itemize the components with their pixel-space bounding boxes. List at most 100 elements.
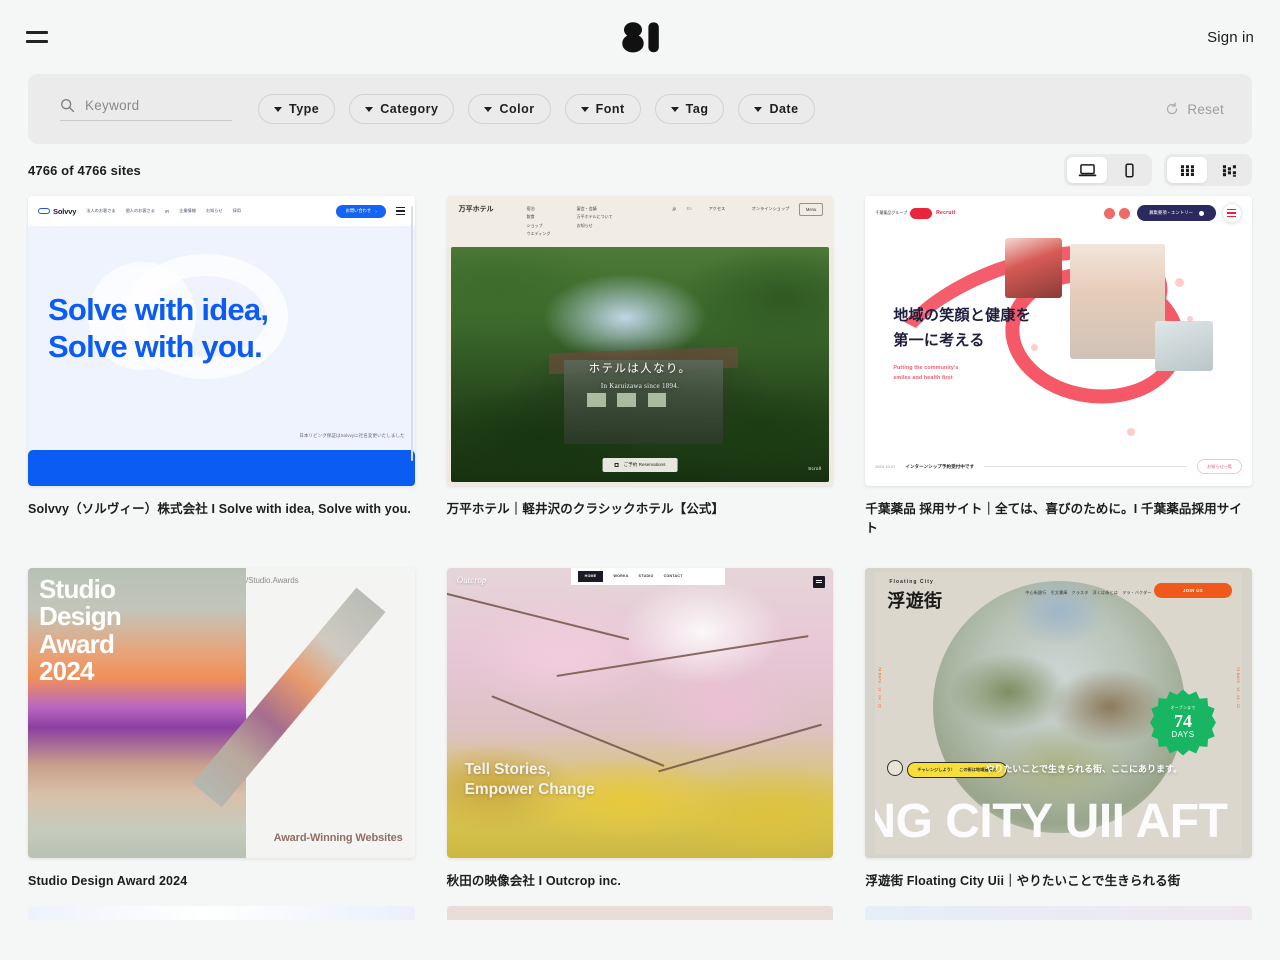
chevron-down-icon xyxy=(670,106,679,112)
site-card[interactable]: 千葉薬品グループ Recruit 募集要項・エントリー 地域の笑顔と健康を 第一… xyxy=(865,196,1252,554)
masonry-icon xyxy=(1222,164,1236,177)
site-caption[interactable]: 浮遊街 Floating City Uii｜やりたいことで生きられる街 xyxy=(865,872,1252,891)
filter-category-button[interactable]: Category xyxy=(349,94,455,124)
masonry-view-button[interactable] xyxy=(1209,157,1249,183)
thumb-headline: Studio Design Award 2024 xyxy=(39,573,122,687)
search-icon xyxy=(61,98,75,112)
results-bar: 4766 of 4766 sites xyxy=(28,144,1252,196)
site-thumbnail[interactable]: Outcrop HOME WORKS STUDIO CONTACT Tell S… xyxy=(446,567,834,858)
reset-button[interactable]: Reset xyxy=(1165,102,1224,117)
news-more-button: お知らせ一覧 xyxy=(1196,459,1242,474)
thumb-nav-item: CONTACT xyxy=(663,574,683,578)
badge-number: 74 xyxy=(1173,711,1192,731)
thumb-cta-button: お問い合わせ › xyxy=(336,204,386,218)
thumb-nav-shop: オンラインショップ xyxy=(751,206,790,211)
thumb-nav-item: WORKS xyxy=(613,574,629,578)
chevron-down-icon xyxy=(754,106,763,112)
filter-label: Type xyxy=(289,102,320,116)
site-thumbnail[interactable]: Floating City 浮遊街 中心街銀行 引文書庫 クラスタ 浮くは街とは… xyxy=(865,567,1252,858)
filter-tag-button[interactable]: Tag xyxy=(654,94,725,124)
site-thumbnail[interactable] xyxy=(865,906,1252,921)
filter-date-button[interactable]: Date xyxy=(738,94,815,124)
results-count: 4766 of 4766 sites xyxy=(28,162,141,178)
thumb-hamburger-icon xyxy=(1221,203,1242,223)
device-toggle-group xyxy=(1064,154,1152,186)
divider xyxy=(984,466,1187,467)
chevron-down-icon xyxy=(580,106,589,112)
thumb-subheadline: Putting the community's smiles and healt… xyxy=(893,365,959,381)
thumb-nav-item: STUDIO xyxy=(638,574,654,578)
news-date: 2024.10.07 xyxy=(875,464,896,469)
site-thumbnail[interactable]: Studio Design Award 2024 /Studio.Awards … xyxy=(28,567,415,858)
desktop-view-button[interactable] xyxy=(1067,157,1107,183)
grid-view-button[interactable] xyxy=(1167,157,1207,183)
thumb-scroll-label: Scroll xyxy=(808,466,822,471)
site-thumbnail[interactable]: 万平ホテル 宿泊 飲食 ショップ ウエディング 宴会・会議 万平ホテルについて お知ら… xyxy=(446,196,834,486)
site-card[interactable]: Outcrop HOME WORKS STUDIO CONTACT Tell S… xyxy=(446,567,834,907)
search-input[interactable]: Keyword xyxy=(60,98,232,121)
thumb-lang-en: En xyxy=(686,206,692,211)
grid-icon xyxy=(1180,164,1194,176)
site-thumbnail[interactable] xyxy=(28,906,415,921)
site-thumbnail[interactable] xyxy=(446,906,834,921)
thumb-nav: Solvvy 法人のお客さま 個人のお客さま IR 企業情報 お知らせ 採用 お… xyxy=(28,196,415,226)
thumb-footer-text: Award-Winning Websites xyxy=(273,831,403,844)
thumb-hamburger-icon xyxy=(395,207,405,215)
thumb-lang-jp: jp xyxy=(672,206,676,211)
social-icon xyxy=(1104,207,1116,219)
site-caption[interactable]: Solvvy（ソルヴィー）株式会社 I Solve with idea, Sol… xyxy=(28,500,415,519)
site-thumbnail[interactable]: 千葉薬品グループ Recruit 募集要項・エントリー 地域の笑顔と健康を 第一… xyxy=(865,196,1252,486)
thumb-entry-button: 募集要項・エントリー xyxy=(1137,205,1216,221)
logo-wrapper xyxy=(0,0,1280,74)
badge-unit: DAYS xyxy=(1171,730,1195,739)
thumb-nav: 千葉薬品グループ Recruit 募集要項・エントリー xyxy=(865,196,1252,230)
thumb-nav-item: 個人のお客さま xyxy=(125,208,155,213)
thumb-note: 日本リビング保証はSolvvyに社名変更いたしました xyxy=(299,433,405,438)
sign-in-button[interactable]: Sign in xyxy=(1207,29,1254,46)
calendar-icon xyxy=(614,463,619,467)
site-caption[interactable]: 万平ホテル｜軽井沢のクラシックホテル【公式】 xyxy=(447,500,834,519)
view-toggles xyxy=(1064,154,1252,186)
social-icon xyxy=(1119,207,1131,219)
site-card[interactable]: Studio Design Award 2024 /Studio.Awards … xyxy=(28,567,415,907)
filter-label: Font xyxy=(595,102,625,116)
site-card[interactable]: Floating City 浮遊街 中心街銀行 引文書庫 クラスタ 浮くは街とは… xyxy=(865,567,1252,907)
chiba-mark-icon xyxy=(910,207,933,219)
site-card[interactable]: Solvvy 法人のお客さま 個人のお客さま IR 企業情報 お知らせ 採用 お… xyxy=(28,196,415,554)
thumb-brand: Outcrop xyxy=(456,574,487,585)
site-thumbnail[interactable]: Solvvy 法人のお客さま 個人のお客さま IR 企業情報 お知らせ 採用 お… xyxy=(28,196,415,486)
hamburger-icon[interactable] xyxy=(26,29,48,45)
thumb-brand: Solvvy xyxy=(38,207,76,216)
site-caption[interactable]: 千葉薬品 採用サイト｜全ては、喜びのために。I 千葉薬品採用サイト xyxy=(865,500,1252,538)
filter-font-button[interactable]: Font xyxy=(564,94,641,124)
filter-color-button[interactable]: Color xyxy=(468,94,551,124)
thumb-menu-button: Menu xyxy=(798,203,824,216)
logo-81-icon[interactable] xyxy=(617,19,663,55)
side-text: 74 DAYS · 13 : 04 : 22 xyxy=(877,666,882,708)
filter-type-button[interactable]: Type xyxy=(258,94,336,124)
site-grid-row-1: Solvvy 法人のお客さま 個人のお客さま IR 企業情報 お知らせ 採用 お… xyxy=(28,196,1252,554)
site-card[interactable]: 万平ホテル 宿泊 飲食 ショップ ウエディング 宴会・会議 万平ホテルについて お知ら… xyxy=(446,196,834,554)
site-caption[interactable]: 秋田の映像会社 I Outcrop inc. xyxy=(447,872,834,891)
chevron-down-icon xyxy=(365,106,374,112)
thumb-big-text: NG CITY UII AFT xyxy=(875,794,1228,848)
site-grid-row-2: Studio Design Award 2024 /Studio.Awards … xyxy=(28,567,1252,907)
thumb-headline: 地域の笑顔と健康を 第一に考える xyxy=(893,307,1032,349)
thumb-headline-jp: ホテルは人なり。 xyxy=(588,362,692,375)
app-root: Sign in Keyword Type Category Color Font xyxy=(0,0,1280,960)
site-caption[interactable]: Studio Design Award 2024 xyxy=(28,872,415,891)
thumb-inner: Floating City 浮遊街 中心街銀行 引文書庫 クラスタ 浮くは街とは… xyxy=(875,571,1242,854)
thumb-nav: 中心街銀行 引文書庫 クラスタ 浮くは街とは ヲラ・バクダー xyxy=(1025,589,1152,595)
filter-bar: Keyword Type Category Color Font Tag Dat… xyxy=(28,74,1252,144)
reset-label: Reset xyxy=(1187,101,1224,117)
mobile-view-button[interactable] xyxy=(1109,157,1149,183)
thumb-nav-item: HOME xyxy=(577,570,604,582)
thumb-tagline: やりたいことで生きられる街、ここにあります。 xyxy=(985,763,1183,774)
news-title: インターンシップ予約受付中です xyxy=(905,463,975,469)
thumb-photo xyxy=(1155,321,1214,371)
avatar xyxy=(887,759,904,776)
layout-toggle-group xyxy=(1164,154,1252,186)
thumb-headline-en: In Karuizawa since 1894. xyxy=(600,382,680,391)
thumb-nav-item: IR xyxy=(164,208,170,214)
thumb-photo xyxy=(1070,244,1166,359)
